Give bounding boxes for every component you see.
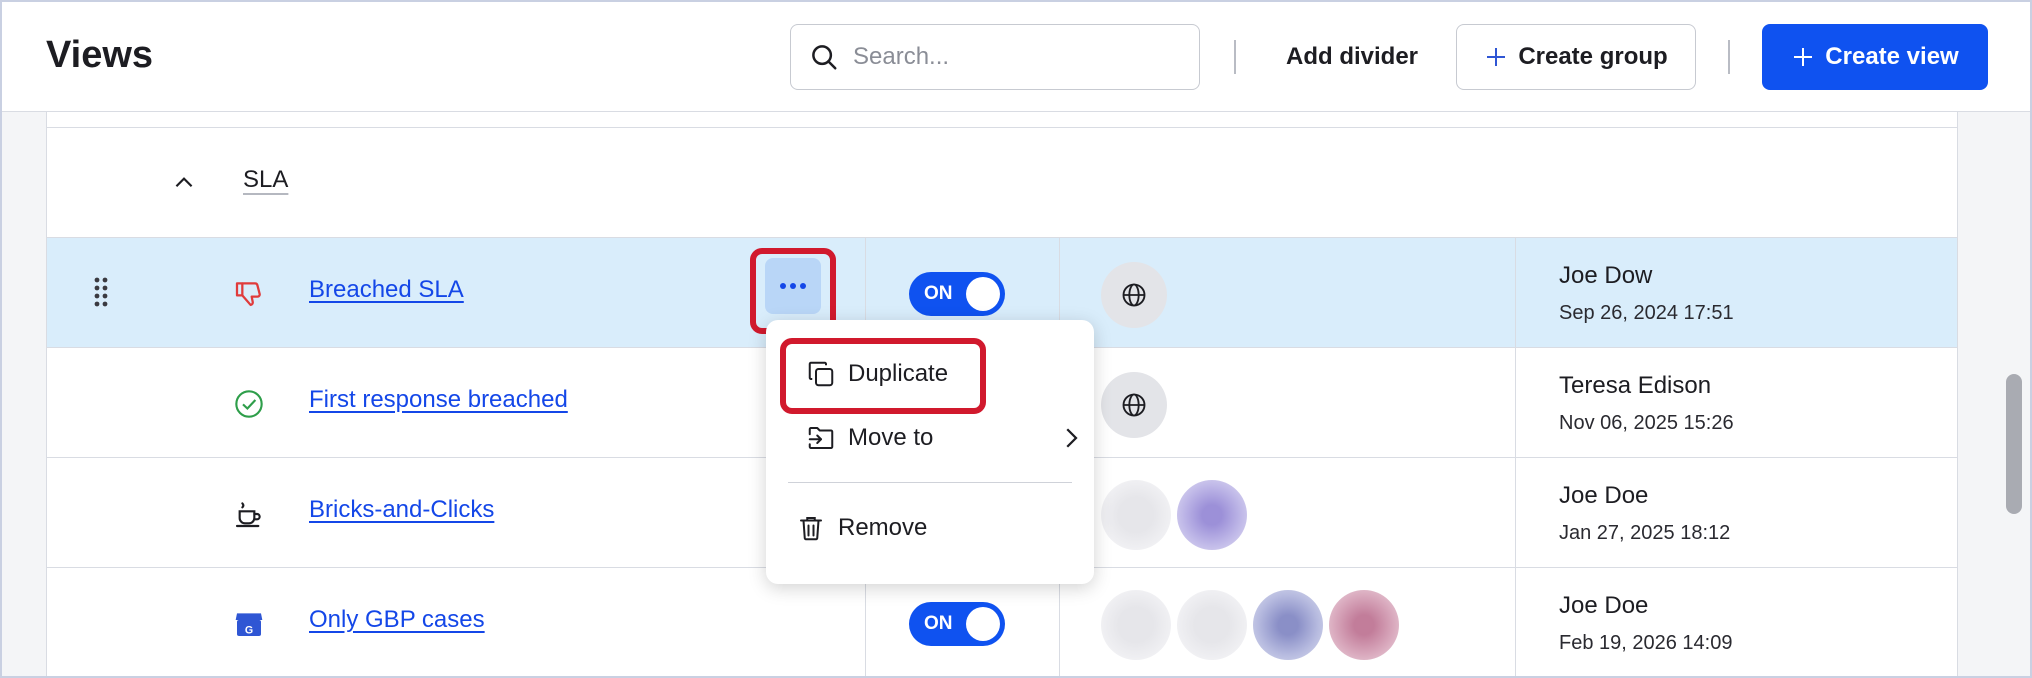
create-group-label: Create group [1518, 43, 1668, 70]
add-divider-button[interactable]: Add divider [1270, 24, 1434, 90]
column-divider [865, 568, 866, 676]
duplicate-icon [808, 361, 834, 387]
globe-icon [1101, 372, 1167, 438]
menu-item-remove[interactable]: Remove [796, 502, 1088, 554]
move-folder-icon [808, 427, 834, 449]
view-toggle[interactable]: ON [909, 602, 1005, 646]
plus-icon [1794, 48, 1813, 66]
chevron-up-icon[interactable] [171, 170, 197, 196]
avatar [1329, 590, 1399, 660]
modified-date: Sep 26, 2024 17:51 [1559, 302, 1734, 324]
column-divider [1059, 568, 1060, 676]
page-title: Views [46, 34, 154, 76]
owner-name: Teresa Edison [1559, 372, 1712, 399]
owner-name: Joe Doe [1559, 482, 1649, 509]
drag-handle-icon[interactable] [93, 276, 109, 308]
menu-item-move-to[interactable]: Move to [806, 412, 1086, 464]
thumbs-down-icon [235, 282, 261, 307]
svg-text:G: G [245, 624, 253, 636]
trash-icon [800, 517, 822, 541]
owner-name: Joe Dow [1559, 262, 1653, 289]
column-divider [1515, 348, 1516, 458]
table-top-strip [47, 112, 1957, 128]
avatar [1253, 590, 1323, 660]
globe-icon [1101, 262, 1167, 328]
scrollbar-thumb[interactable] [2006, 374, 2022, 514]
avatar [1101, 590, 1171, 660]
modified-date: Feb 19, 2026 14:09 [1559, 632, 1733, 654]
plus-icon [1487, 48, 1506, 66]
check-circle-icon [235, 390, 263, 418]
avatar [1101, 480, 1171, 550]
owner-name: Joe Doe [1559, 592, 1649, 619]
view-link[interactable]: First response breached [309, 386, 568, 414]
chevron-right-icon [1066, 428, 1078, 448]
store-icon: G [235, 613, 263, 636]
avatar [1177, 590, 1247, 660]
search-input[interactable] [853, 43, 1183, 71]
view-link[interactable]: Bricks-and-Clicks [309, 496, 494, 524]
modified-date: Nov 06, 2025 15:26 [1559, 412, 1734, 434]
more-actions-button[interactable] [765, 258, 821, 314]
coffee-cup-icon [235, 502, 261, 528]
create-view-label: Create view [1825, 43, 1959, 70]
ellipsis-icon [780, 283, 806, 289]
view-link[interactable]: Breached SLA [309, 276, 464, 304]
column-divider [1515, 458, 1516, 568]
column-divider [1515, 238, 1516, 348]
create-view-button[interactable]: Create view [1762, 24, 1988, 90]
table-row[interactable]: G Only GBP cases ON Joe Doe Feb 19, 2026… [47, 568, 1957, 676]
context-menu: Duplicate Move to Remove [766, 320, 1094, 584]
app-frame: Views Add divider Create group Create vi… [0, 0, 2032, 678]
toggle-label: ON [924, 613, 953, 634]
menu-item-duplicate[interactable]: Duplicate [806, 348, 1098, 400]
view-link[interactable]: Only GBP cases [309, 606, 485, 634]
view-toggle[interactable]: ON [909, 272, 1005, 316]
menu-item-label: Remove [838, 514, 928, 541]
search-box[interactable] [790, 24, 1200, 90]
search-icon [812, 45, 837, 70]
menu-item-label: Move to [848, 424, 934, 451]
header-divider [1234, 40, 1236, 74]
menu-divider [788, 482, 1072, 483]
modified-date: Jan 27, 2025 18:12 [1559, 522, 1731, 544]
page-header: Views Add divider Create group Create vi… [2, 2, 2030, 112]
toggle-knob [966, 277, 1000, 311]
toggle-knob [966, 607, 1000, 641]
toggle-label: ON [924, 283, 953, 304]
create-group-button[interactable]: Create group [1456, 24, 1696, 90]
column-divider [1515, 568, 1516, 676]
menu-item-label: Duplicate [848, 360, 949, 387]
avatar [1177, 480, 1247, 550]
group-row-sla: SLA [47, 128, 1957, 238]
group-name[interactable]: SLA [243, 166, 288, 194]
header-divider [1728, 40, 1730, 74]
